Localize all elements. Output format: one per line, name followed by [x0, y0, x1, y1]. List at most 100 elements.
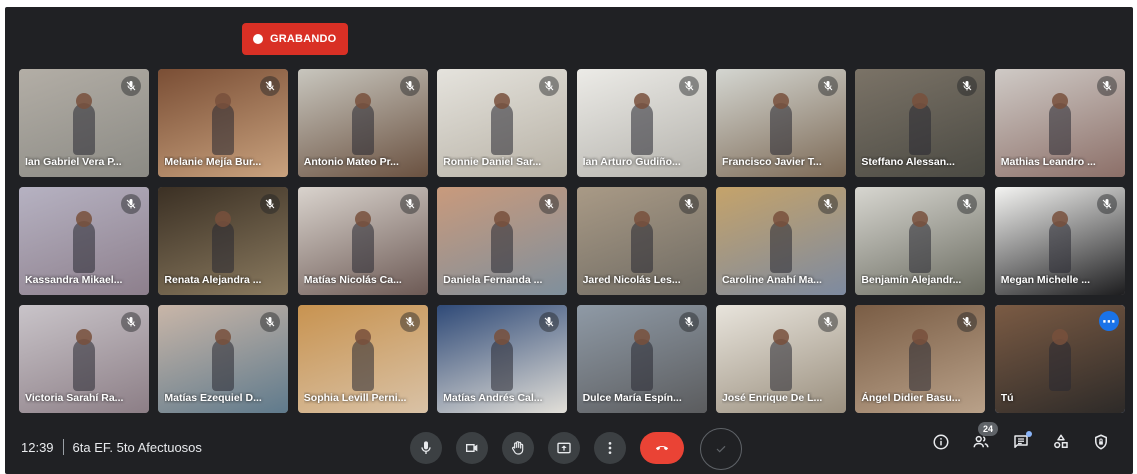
participant-tile[interactable]: Benjamín Alejandr...: [855, 187, 986, 295]
person-head: [76, 211, 92, 227]
person-figure: [909, 221, 932, 273]
person-figure: [1048, 221, 1071, 273]
participant-name: Ian Arturo Gudiño...: [582, 156, 681, 168]
person-figure: [769, 221, 792, 273]
person-head: [772, 211, 789, 227]
person-figure: [630, 221, 653, 273]
participant-name: Ángel Didier Basu...: [861, 392, 961, 404]
meeting-details[interactable]: 12:39 6ta EF. 5to Afectuosos: [21, 439, 202, 455]
host-controls-button[interactable]: [1090, 431, 1112, 453]
person-head: [772, 93, 789, 109]
participant-tile[interactable]: Matías Andrés Cal...: [437, 305, 568, 413]
info-icon: [933, 434, 949, 450]
participant-tile[interactable]: Ian Arturo Gudiño...: [576, 69, 707, 177]
participant-name: Dulce María Espín...: [582, 392, 682, 404]
participant-tile[interactable]: Steffano Alessan...: [855, 69, 986, 177]
muted-mic-icon: [121, 194, 141, 214]
person-figure: [1048, 103, 1071, 155]
participant-name: Sophia Levill Perni...: [303, 392, 407, 404]
person-figure: [351, 103, 374, 155]
meeting-time: 12:39: [21, 439, 54, 455]
microphone-icon: [421, 441, 431, 454]
participant-tile[interactable]: Dulce María Espín...: [576, 305, 707, 413]
person-figure: [491, 339, 514, 391]
participant-name: José Enrique De L...: [721, 392, 823, 404]
participant-name: Renata Alejandra ...: [164, 274, 262, 286]
participant-tile[interactable]: Ronnie Daniel Sar...: [437, 69, 568, 177]
chat-button[interactable]: [1010, 431, 1032, 453]
person-figure: [769, 339, 792, 391]
raise-hand-button[interactable]: [502, 432, 534, 464]
participant-name: Victoria Sarahí Ra...: [25, 392, 124, 404]
participant-name: Kassandra Mikael...: [25, 274, 123, 286]
person-head: [354, 329, 371, 345]
participant-name: Jared Nicolás Les...: [582, 274, 681, 286]
participant-name: Francisco Javier T...: [721, 156, 822, 168]
participant-tile[interactable]: José Enrique De L...: [715, 305, 846, 413]
raise-hand-icon: [512, 441, 524, 455]
participant-tile[interactable]: Jared Nicolás Les...: [576, 187, 707, 295]
muted-mic-icon: [817, 194, 838, 214]
participant-tile[interactable]: Ángel Didier Basu...: [855, 305, 986, 413]
muted-mic-icon: [678, 76, 699, 96]
participant-tile[interactable]: Ian Gabriel Vera P...: [19, 69, 149, 177]
participant-name: Tú: [1000, 392, 1014, 404]
check-button[interactable]: [700, 428, 742, 470]
side-controls: 24: [930, 422, 1112, 453]
meeting-info-button[interactable]: [930, 431, 952, 453]
shield-lock-icon: [1095, 434, 1107, 450]
muted-mic-icon: [399, 194, 420, 214]
muted-mic-icon: [121, 76, 141, 96]
meeting-title: 6ta EF. 5to Afectuosos: [72, 439, 202, 455]
unread-indicator: [1026, 431, 1032, 437]
call-controls: [410, 426, 742, 470]
person-figure: [769, 103, 792, 155]
participant-tile[interactable]: Megan Michelle ...: [994, 187, 1125, 295]
participant-tile[interactable]: Victoria Sarahí Ra...: [19, 305, 149, 413]
self-video-tile[interactable]: ⋯ Tú: [994, 305, 1125, 413]
tile-options-button[interactable]: ⋯: [1098, 311, 1119, 331]
participant-grid: Ian Gabriel Vera P... Melanie Mejía Bur..…: [19, 69, 1125, 415]
muted-mic-icon: [678, 194, 699, 214]
hang-up-icon: [656, 446, 668, 451]
participant-tile[interactable]: Matías Ezequiel D...: [158, 305, 289, 413]
person-figure: [212, 221, 235, 273]
person-figure: [212, 103, 235, 155]
person-head: [1051, 211, 1068, 227]
participant-tile[interactable]: Mathias Leandro ...: [994, 69, 1125, 177]
participant-name: Ian Gabriel Vera P...: [25, 156, 122, 168]
meet-window: GRABANDO Ian Gabriel Vera P... Melanie Me…: [5, 7, 1133, 474]
participant-name: Caroline Anahí Ma...: [721, 274, 822, 286]
leave-call-button[interactable]: [640, 432, 684, 464]
participant-tile[interactable]: Caroline Anahí Ma...: [715, 187, 846, 295]
participant-tile[interactable]: Daniela Fernanda ...: [437, 187, 568, 295]
camera-button[interactable]: [456, 432, 488, 464]
present-button[interactable]: [548, 432, 580, 464]
participant-name: Mathias Leandro ...: [1000, 156, 1096, 168]
participant-name: Steffano Alessan...: [861, 156, 955, 168]
participant-name: Daniela Fernanda ...: [443, 274, 543, 286]
participant-tile[interactable]: Antonio Mateo Pr...: [297, 69, 428, 177]
person-head: [76, 329, 92, 345]
activities-button[interactable]: [1050, 431, 1072, 453]
person-figure: [73, 339, 95, 391]
participant-name: Megan Michelle ...: [1000, 274, 1091, 286]
more-options-button[interactable]: [594, 432, 626, 464]
participant-tile[interactable]: Sophia Levill Perni...: [297, 305, 428, 413]
person-figure: [212, 339, 235, 391]
person-head: [633, 93, 650, 109]
participant-name: Matías Andrés Cal...: [443, 392, 543, 404]
participant-tile[interactable]: Melanie Mejía Bur...: [158, 69, 289, 177]
person-head: [76, 93, 92, 109]
microphone-button[interactable]: [410, 432, 442, 464]
person-figure: [909, 339, 932, 391]
participant-tile[interactable]: Kassandra Mikael...: [19, 187, 149, 295]
participant-tile[interactable]: Renata Alejandra ...: [158, 187, 289, 295]
muted-mic-icon: [399, 312, 420, 332]
participant-tile[interactable]: Francisco Javier T...: [715, 69, 846, 177]
participant-name: Melanie Mejía Bur...: [164, 156, 262, 168]
person-head: [1051, 329, 1068, 345]
participant-name: Ronnie Daniel Sar...: [443, 156, 542, 168]
participant-tile[interactable]: Matías Nicolás Ca...: [297, 187, 428, 295]
participants-button[interactable]: 24: [970, 422, 998, 453]
